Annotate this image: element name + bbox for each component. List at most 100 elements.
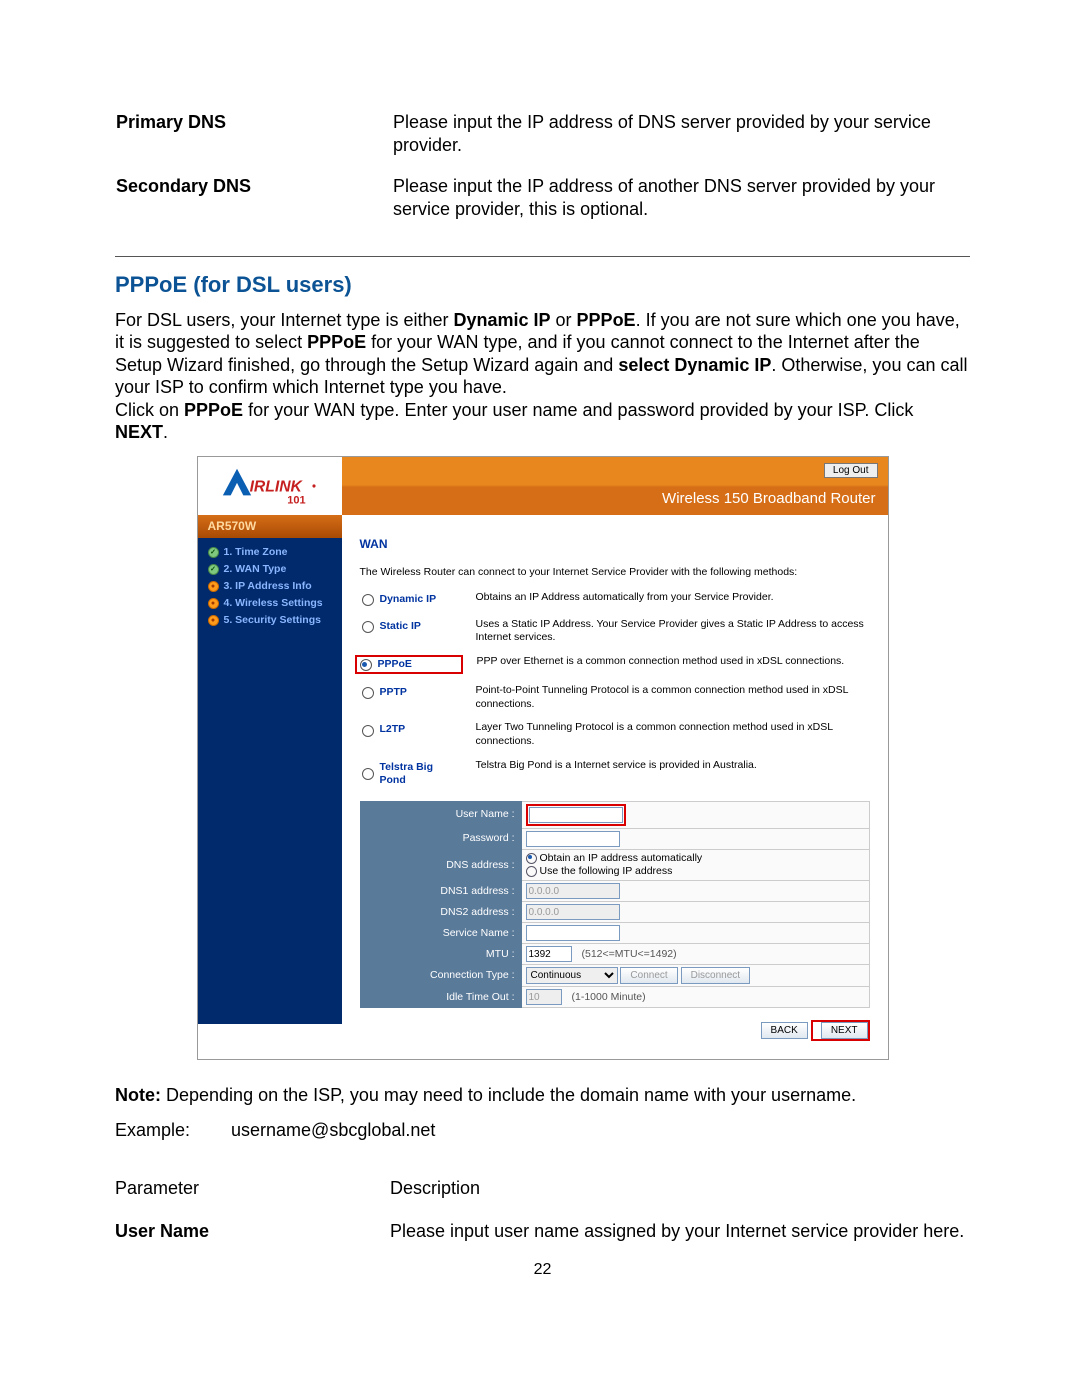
- radio-label: L2TP: [380, 723, 460, 736]
- idle-hint: (1-1000 Minute): [572, 991, 646, 1003]
- radio-icon[interactable]: [360, 659, 372, 671]
- radio-icon[interactable]: [362, 768, 374, 780]
- mtu-label: MTU :: [360, 944, 521, 965]
- text: For DSL users, your Internet type is eit…: [115, 310, 453, 330]
- note-bold: Note:: [115, 1085, 161, 1105]
- dns2-input[interactable]: [526, 904, 620, 920]
- dot-icon: ●: [208, 581, 219, 592]
- dns1-label: DNS1 address :: [360, 881, 521, 902]
- secondary-dns-label: Secondary DNS: [115, 174, 392, 238]
- connect-button[interactable]: Connect: [620, 967, 677, 984]
- mtu-hint: (512<=MTU<=1492): [582, 948, 677, 960]
- dns-address-label: DNS address :: [360, 849, 521, 880]
- back-button[interactable]: BACK: [761, 1022, 808, 1039]
- svg-text:IRLINK: IRLINK: [249, 478, 303, 495]
- example-value: username@sbcglobal.net: [231, 1119, 435, 1142]
- radio-label: Static IP: [380, 620, 460, 633]
- svg-text:101: 101: [287, 494, 305, 506]
- idle-timeout-label: Idle Time Out :: [360, 987, 521, 1008]
- sidebar-item-label: 5. Security Settings: [224, 614, 321, 627]
- section-divider: [115, 256, 970, 257]
- sidebar-item-label: 4. Wireless Settings: [224, 597, 323, 610]
- sidebar-item-label: 2. WAN Type: [224, 563, 287, 576]
- bold-pppoe-2: PPPoE: [307, 332, 366, 352]
- router-screenshot: IRLINK 101 Log Out Wireless 150 Broadban…: [197, 456, 889, 1061]
- username-input[interactable]: [529, 807, 623, 823]
- radio-label: PPPoE: [378, 658, 458, 671]
- radio-icon[interactable]: [362, 687, 374, 699]
- desc-header: Description: [390, 1173, 970, 1216]
- page-number: 22: [115, 1260, 970, 1280]
- wan-radio-static-ip[interactable]: Static IP Uses a Static IP Address. Your…: [360, 618, 870, 645]
- sidebar-item-ip-address[interactable]: ● 3. IP Address Info: [198, 578, 342, 595]
- text: or: [551, 310, 577, 330]
- sidebar-item-security[interactable]: ● 5. Security Settings: [198, 612, 342, 629]
- wan-radio-pppoe[interactable]: PPPoE PPP over Ethernet is a common conn…: [360, 655, 870, 674]
- dns2-label: DNS2 address :: [360, 902, 521, 923]
- dns-params-table: Primary DNS Please input the IP address …: [115, 110, 970, 238]
- radio-icon[interactable]: [362, 725, 374, 737]
- dns-opt-auto: Obtain an IP address automatically: [540, 852, 703, 864]
- param-desc-table: Parameter Description User Name Please i…: [115, 1173, 970, 1258]
- sidebar-item-label: 3. IP Address Info: [224, 580, 312, 593]
- radio-label: Telstra Big Pond: [380, 761, 460, 787]
- dns-manual-radio[interactable]: [526, 866, 537, 877]
- sidebar-item-wan-type[interactable]: ✓ 2. WAN Type: [198, 561, 342, 578]
- check-icon: ✓: [208, 547, 219, 558]
- dns-auto-radio[interactable]: [526, 853, 537, 864]
- username-param-label: User Name: [115, 1221, 209, 1241]
- mtu-input[interactable]: [526, 946, 572, 962]
- model-label: AR570W: [198, 515, 342, 538]
- bold-pppoe-3: PPPoE: [184, 400, 243, 420]
- dns-opt-manual: Use the following IP address: [540, 865, 673, 877]
- bold-next: NEXT: [115, 422, 163, 442]
- radio-desc: Layer Two Tunneling Protocol is a common…: [476, 721, 870, 748]
- text: Click on: [115, 400, 184, 420]
- wan-title: WAN: [360, 537, 870, 552]
- sidebar-item-label: 1. Time Zone: [224, 546, 288, 559]
- logout-button[interactable]: Log Out: [824, 463, 878, 478]
- note-text: Note: Depending on the ISP, you may need…: [115, 1084, 970, 1107]
- radio-desc: Point-to-Point Tunneling Protocol is a c…: [476, 684, 870, 711]
- bold-select-dynamic: select Dynamic IP: [618, 355, 771, 375]
- disconnect-button[interactable]: Disconnect: [681, 967, 750, 984]
- wan-radio-l2tp[interactable]: L2TP Layer Two Tunneling Protocol is a c…: [360, 721, 870, 748]
- pppoe-form: User Name : Password : DNS address : Obt…: [360, 801, 870, 1008]
- router-header-title: Wireless 150 Broadband Router: [662, 490, 875, 509]
- example-label: Example:: [115, 1119, 231, 1142]
- logo: IRLINK 101: [198, 457, 342, 515]
- radio-icon[interactable]: [362, 594, 374, 606]
- wan-subtitle: The Wireless Router can connect to your …: [360, 566, 870, 579]
- radio-label: Dynamic IP: [380, 593, 460, 606]
- section-body: For DSL users, your Internet type is eit…: [115, 309, 970, 444]
- service-name-input[interactable]: [526, 925, 620, 941]
- radio-desc: Obtains an IP Address automatically from…: [476, 591, 870, 605]
- primary-dns-desc: Please input the IP address of DNS serve…: [392, 110, 970, 174]
- idle-timeout-input[interactable]: [526, 989, 562, 1005]
- dot-icon: ●: [208, 615, 219, 626]
- next-button[interactable]: NEXT: [821, 1022, 868, 1039]
- check-icon: ✓: [208, 564, 219, 575]
- password-label: Password :: [360, 828, 521, 849]
- example-row: Example: username@sbcglobal.net: [115, 1119, 970, 1142]
- wan-radio-pptp[interactable]: PPTP Point-to-Point Tunneling Protocol i…: [360, 684, 870, 711]
- dot-icon: ●: [208, 598, 219, 609]
- password-input[interactable]: [526, 831, 620, 847]
- wan-radio-dynamic-ip[interactable]: Dynamic IP Obtains an IP Address automat…: [360, 591, 870, 608]
- username-label: User Name :: [360, 801, 521, 828]
- primary-dns-label: Primary DNS: [115, 110, 392, 174]
- section-title: PPPoE (for DSL users): [115, 271, 970, 299]
- text: for your WAN type. Enter your user name …: [243, 400, 913, 420]
- sidebar-items: ✓ 1. Time Zone ✓ 2. WAN Type ● 3. IP Addres…: [198, 538, 342, 1024]
- connection-type-select[interactable]: Continuous: [526, 967, 618, 984]
- dns1-input[interactable]: [526, 883, 620, 899]
- radio-label: PPTP: [380, 686, 460, 699]
- radio-icon[interactable]: [362, 621, 374, 633]
- service-name-label: Service Name :: [360, 923, 521, 944]
- note-body: Depending on the ISP, you may need to in…: [161, 1085, 856, 1105]
- wan-radio-telstra[interactable]: Telstra Big Pond Telstra Big Pond is a I…: [360, 759, 870, 789]
- connection-type-label: Connection Type :: [360, 965, 521, 987]
- sidebar-item-time-zone[interactable]: ✓ 1. Time Zone: [198, 544, 342, 561]
- sidebar-item-wireless[interactable]: ● 4. Wireless Settings: [198, 595, 342, 612]
- bold-dynamic-ip: Dynamic IP: [453, 310, 550, 330]
